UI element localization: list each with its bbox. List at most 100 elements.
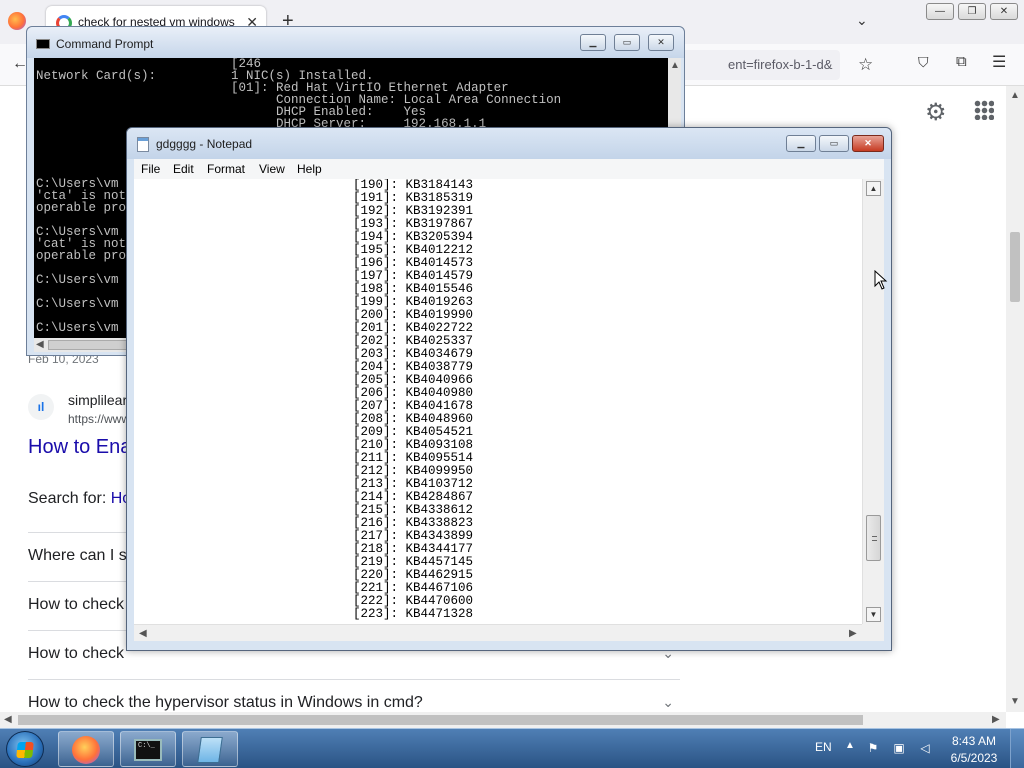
notepad-horizontal-scrollbar[interactable]: ◀ ▶ (134, 624, 862, 641)
notepad-window[interactable]: gdgggg - Notepad ▁ ▭ ✕ File Edit Format … (126, 127, 892, 651)
entry-kb: KB4103712 (405, 477, 474, 491)
entry-kb: KB4019263 (405, 295, 474, 309)
notepad-line: [223]: KB4471328 (353, 608, 473, 621)
action-center-flag-icon[interactable]: ⚑ (866, 741, 880, 755)
result-site-name[interactable]: simplilear (68, 392, 127, 408)
app-menu-icon[interactable]: ☰ (992, 52, 1006, 72)
entry-index: [205]: (353, 373, 406, 387)
entry-index: [220]: (353, 568, 406, 582)
size-grip-icon[interactable] (862, 624, 884, 641)
faq-question: How to check (28, 645, 125, 662)
entry-kb: KB4041678 (405, 399, 474, 413)
scroll-down-arrow-icon[interactable]: ▼ (866, 607, 881, 622)
entry-kb: KB4470600 (405, 594, 474, 608)
network-icon[interactable]: ▣ (892, 741, 906, 755)
settings-gear-icon[interactable]: ⚙ (925, 98, 947, 127)
menu-help[interactable]: Help (297, 162, 322, 176)
entry-index: [212]: (353, 464, 406, 478)
entry-kb: KB3185319 (405, 191, 474, 205)
entry-index: [223]: (353, 607, 406, 621)
entry-kb: KB4014579 (405, 269, 474, 283)
scrollbar-thumb[interactable] (1010, 232, 1020, 302)
entry-index: [204]: (353, 360, 406, 374)
scroll-up-arrow-icon[interactable]: ▲ (866, 181, 881, 196)
pocket-icon[interactable]: ⛉ (918, 54, 929, 71)
menu-file[interactable]: File (141, 162, 160, 176)
notepad-text-area[interactable]: [190]: KB3184143 [191]: KB3185319 [192]: K… (134, 179, 862, 624)
cmd-close-button[interactable]: ✕ (648, 34, 674, 51)
show-hidden-icons-arrow-icon[interactable]: ▲ (845, 740, 855, 751)
scroll-right-arrow-icon[interactable]: ▶ (992, 714, 1000, 725)
entry-kb: KB4095514 (405, 451, 474, 465)
menu-view[interactable]: View (259, 162, 285, 176)
entry-index: [222]: (353, 594, 406, 608)
cmd-title-bar[interactable]: Command Prompt ▁ ▭ ✕ (27, 27, 684, 58)
scroll-up-arrow-icon[interactable]: ▲ (670, 60, 680, 71)
entry-index: [213]: (353, 477, 406, 491)
notepad-vertical-scrollbar[interactable]: ▲ ▼ (862, 179, 884, 624)
notepad-title-bar[interactable]: gdgggg - Notepad ▁ ▭ ✕ (127, 128, 891, 159)
browser-horizontal-scrollbar[interactable]: ◀ ▶ (0, 712, 1006, 728)
scroll-left-arrow-icon[interactable]: ◀ (139, 628, 147, 639)
result-site-url[interactable]: https://www (68, 412, 130, 426)
taskbar-firefox-button[interactable] (58, 731, 114, 767)
browser-restore-button[interactable]: ❐ (958, 3, 986, 20)
start-button[interactable] (6, 731, 44, 767)
entry-kb: KB3197867 (405, 217, 474, 231)
notepad-minimize-button[interactable]: ▁ (786, 135, 816, 152)
entry-kb: KB4019990 (405, 308, 474, 322)
browser-close-button[interactable]: ✕ (990, 3, 1018, 20)
entry-index: [207]: (353, 399, 406, 413)
entry-index: [199]: (353, 295, 406, 309)
google-apps-icon[interactable] (974, 100, 994, 120)
taskbar-notepad-button[interactable] (182, 731, 238, 767)
scroll-left-arrow-icon[interactable]: ◀ (36, 339, 44, 350)
search-for-suggestion: Search for: Ho (28, 490, 131, 508)
scroll-down-arrow-icon[interactable]: ▼ (1010, 696, 1020, 707)
notepad-icon (197, 737, 223, 763)
language-indicator[interactable]: EN (815, 740, 832, 754)
scrollbar-thumb[interactable] (18, 715, 863, 725)
entry-kb: KB4457145 (405, 555, 474, 569)
browser-vertical-scrollbar[interactable]: ▲ ▼ (1006, 86, 1024, 712)
cmd-minimize-button[interactable]: ▁ (580, 34, 606, 51)
entry-index: [210]: (353, 438, 406, 452)
menu-format[interactable]: Format (207, 162, 245, 176)
notepad-close-button[interactable]: ✕ (852, 135, 884, 152)
site-favicon-icon: ıl (28, 394, 54, 420)
entry-kb: KB3192391 (405, 204, 474, 218)
extensions-icon[interactable]: ⧉ (956, 53, 967, 70)
notepad-app-icon (137, 137, 149, 152)
clock-time[interactable]: 8:43 AM (944, 734, 1004, 748)
scrollbar-thumb[interactable] (866, 515, 881, 561)
entry-kb: KB4048960 (405, 412, 474, 426)
show-desktop-button[interactable] (1010, 729, 1024, 768)
entry-index: [216]: (353, 516, 406, 530)
entry-index: [206]: (353, 386, 406, 400)
scroll-left-arrow-icon[interactable]: ◀ (4, 714, 12, 725)
taskbar-cmd-button[interactable]: C:\_ (120, 731, 176, 767)
entry-index: [215]: (353, 503, 406, 517)
notepad-maximize-button[interactable]: ▭ (819, 135, 849, 152)
menu-edit[interactable]: Edit (173, 162, 194, 176)
cmd-app-icon (36, 39, 50, 49)
scroll-up-arrow-icon[interactable]: ▲ (1010, 90, 1020, 101)
list-all-tabs-button[interactable]: ⌄ (856, 12, 868, 29)
faq-question: How to check the hypervisor status in Wi… (28, 694, 423, 711)
cmd-maximize-button[interactable]: ▭ (614, 34, 640, 51)
entry-index: [192]: (353, 204, 406, 218)
volume-muted-icon[interactable]: ◁ (918, 741, 932, 755)
entry-kb: KB4034679 (405, 347, 474, 361)
clock-date[interactable]: 6/5/2023 (944, 751, 1004, 765)
entry-index: [214]: (353, 490, 406, 504)
bookmark-star-icon[interactable]: ☆ (858, 55, 873, 75)
url-text: ent=firefox-b-1-d& (728, 57, 833, 72)
entry-index: [211]: (353, 451, 406, 465)
entry-index: [194]: (353, 230, 406, 244)
result-title-link[interactable]: How to Ena (28, 436, 131, 459)
browser-minimize-button[interactable]: — (926, 3, 954, 20)
entry-kb: KB4343899 (405, 529, 474, 543)
notepad-window-title: gdgggg - Notepad (156, 137, 253, 151)
cmd-window-title: Command Prompt (56, 37, 154, 51)
scroll-right-arrow-icon[interactable]: ▶ (849, 628, 857, 639)
